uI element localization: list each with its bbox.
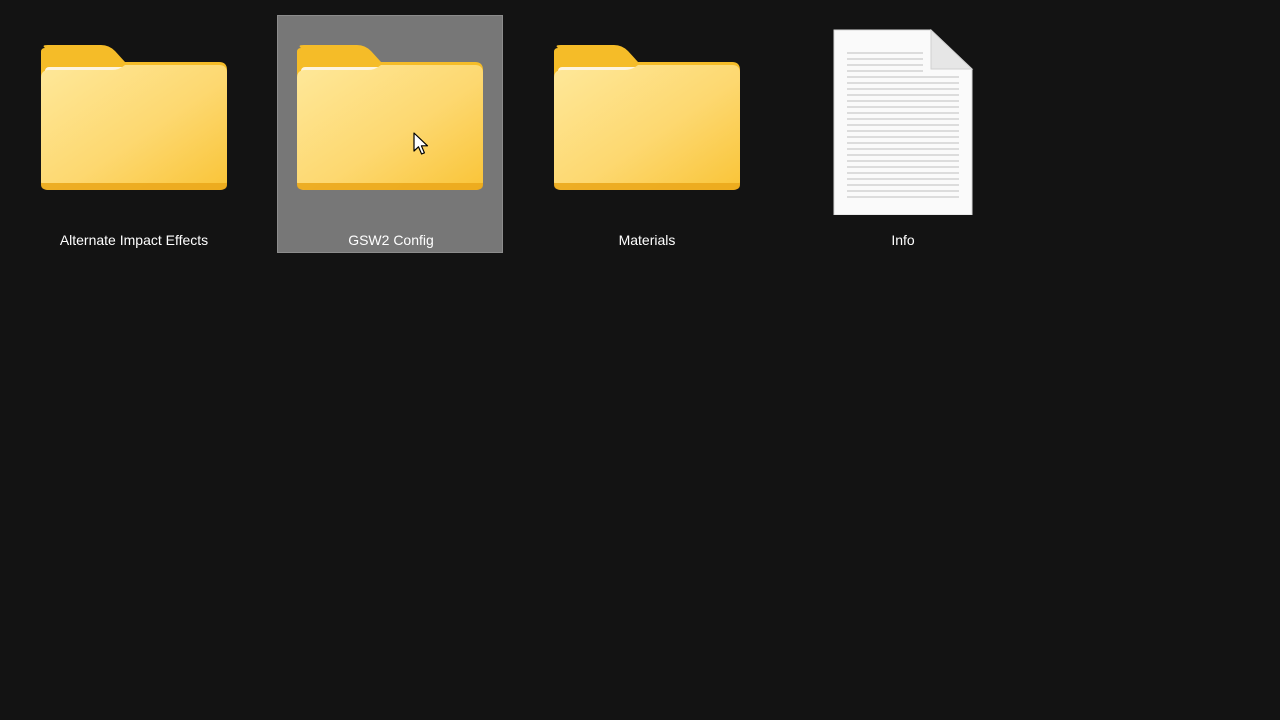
folder-gsw2-config[interactable]: GSW2 Config bbox=[277, 15, 503, 253]
item-label: Info bbox=[891, 232, 915, 248]
folder-icon bbox=[41, 45, 227, 190]
file-explorer-view: Alternate Impact Effects GSW2 Config Mat… bbox=[0, 0, 1280, 720]
folder-icon bbox=[297, 45, 483, 190]
folder-alternate-impact-effects[interactable]: Alternate Impact Effects bbox=[21, 15, 247, 253]
item-label: Materials bbox=[618, 232, 676, 248]
document-icon bbox=[833, 28, 974, 215]
item-label: GSW2 Config bbox=[348, 232, 434, 248]
item-label: Alternate Impact Effects bbox=[59, 232, 209, 248]
folder-icon bbox=[554, 45, 740, 190]
folder-materials[interactable]: Materials bbox=[534, 15, 760, 253]
file-info[interactable]: Info bbox=[790, 15, 1016, 253]
